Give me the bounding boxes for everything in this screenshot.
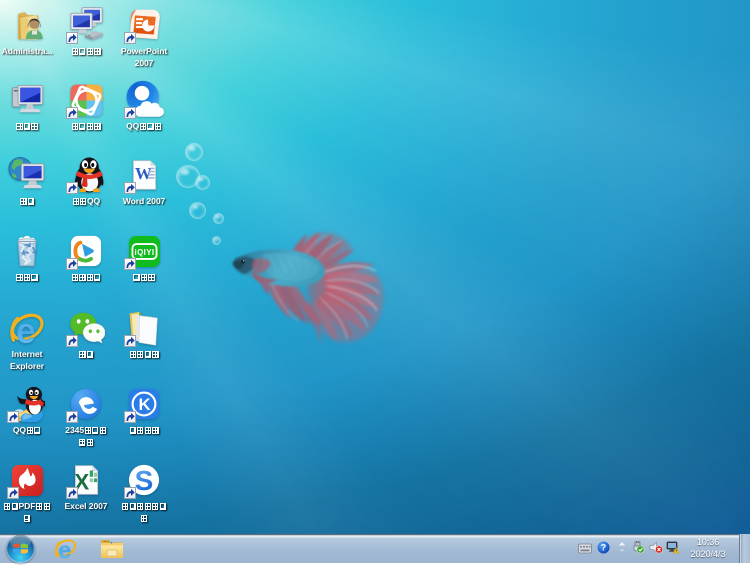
- svg-text:e: e: [16, 310, 36, 346]
- svg-text:e: e: [58, 537, 71, 560]
- svg-text:K: K: [139, 395, 151, 414]
- svg-text:S: S: [135, 465, 154, 496]
- svg-text:W: W: [135, 164, 152, 183]
- svg-text:iQIYI: iQIYI: [134, 248, 154, 257]
- svg-text:?: ?: [601, 543, 607, 553]
